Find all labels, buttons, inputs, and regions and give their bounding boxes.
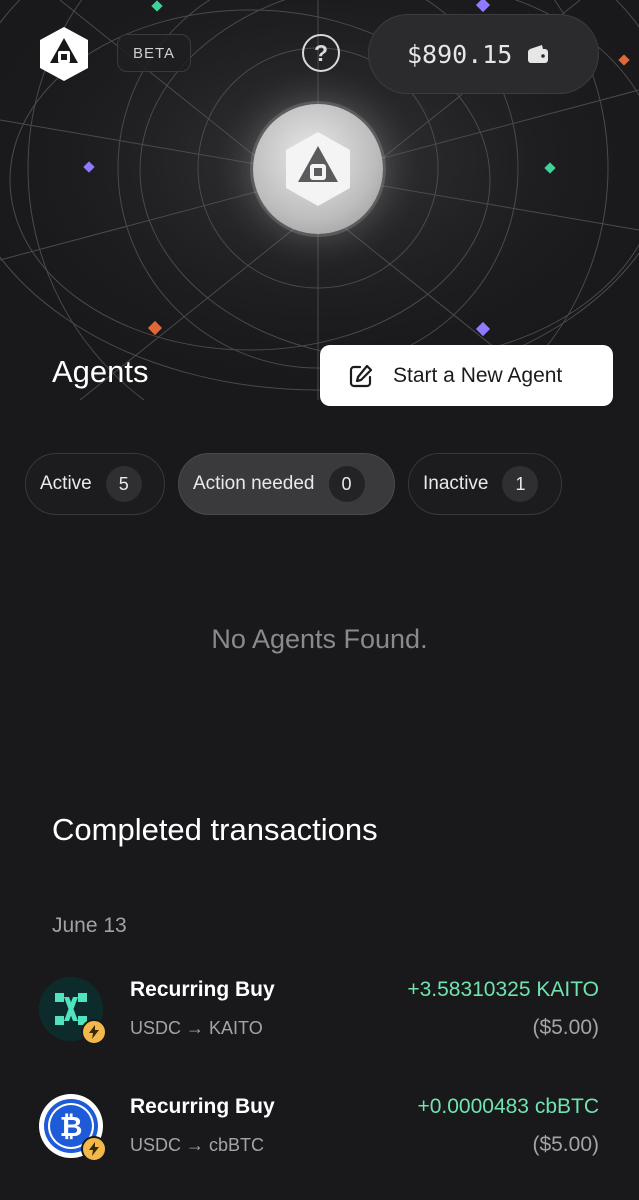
filter-count: 0 [328,466,365,502]
svg-text:₿: ₿ [60,1110,83,1143]
start-new-agent-label: Start a New Agent [393,363,563,387]
help-button[interactable]: ? [302,34,340,72]
beta-badge: BETA [117,34,192,72]
transaction-title: Recurring Buy [130,978,275,1001]
app-logo-icon [40,27,88,81]
filter-count: 1 [502,466,539,502]
filter-tab-action-needed[interactable]: Action needed 0 [178,453,395,515]
completed-transactions-heading: Completed transactions [52,812,378,847]
transaction-row[interactable]: ₿ Recurring Buy USDC → cbBTC +0.0000483 … [0,1085,639,1175]
transaction-usd-value: ($5.00) [532,1133,599,1156]
wallet-balance-button[interactable]: $890.15 [368,14,599,94]
beta-label: BETA [133,44,176,62]
transaction-row[interactable]: Recurring Buy USDC → KAITO +3.58310325 K… [0,968,639,1058]
transaction-pair: USDC → KAITO [130,1018,263,1038]
edit-icon [349,364,373,387]
filter-label: Action needed [193,473,315,494]
lightning-badge-icon [81,1019,107,1045]
transaction-amount: +3.58310325 KAITO [407,978,599,1001]
transaction-date: June 13 [52,914,127,937]
lightning-badge-icon [81,1136,107,1162]
app-logo-button[interactable] [36,25,92,83]
filter-tab-inactive[interactable]: Inactive 1 [408,453,562,515]
orb-logo-icon [286,132,350,206]
wallet-icon [528,45,549,63]
agent-orb-logo [253,104,383,234]
filter-label: Inactive [423,473,489,494]
start-new-agent-button[interactable]: Start a New Agent [320,345,613,406]
wallet-balance: $890.15 [407,39,513,69]
empty-state-message: No Agents Found. [211,624,428,654]
transaction-usd-value: ($5.00) [532,1016,599,1039]
filter-label: Active [40,473,92,494]
transaction-title: Recurring Buy [130,1095,275,1118]
transaction-pair: USDC → cbBTC [130,1135,265,1155]
agents-heading: Agents [52,354,149,389]
question-icon: ? [313,39,329,66]
filter-tab-active[interactable]: Active 5 [25,453,165,515]
transaction-amount: +0.0000483 cbBTC [417,1095,599,1118]
filter-count: 5 [105,466,142,502]
